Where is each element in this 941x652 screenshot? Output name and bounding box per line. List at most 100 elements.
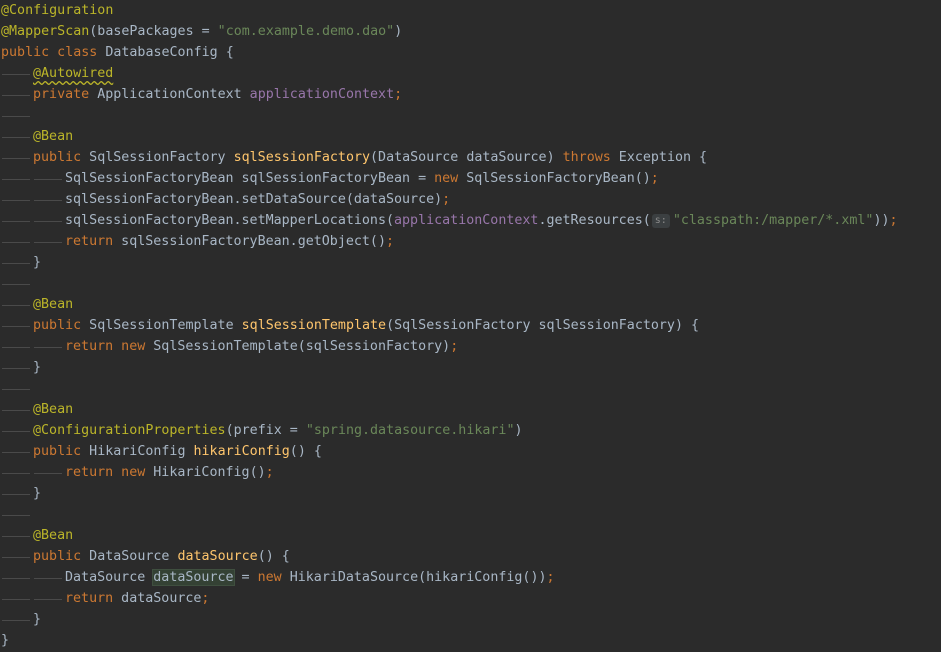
code-token: new [257, 570, 290, 585]
indent-guide [2, 599, 30, 600]
indent-guide [2, 578, 30, 579]
code-token: SqlSessionTemplate(sqlSessionFactory) [153, 339, 451, 354]
code-token: } [1, 633, 10, 648]
code-token: applicationContext [249, 87, 395, 102]
code-token: Exception { [618, 150, 708, 165]
indent-guide [34, 599, 62, 600]
code-token: ) [394, 24, 403, 39]
indent-guide [34, 179, 62, 180]
code-token: ) [514, 423, 523, 438]
code-line[interactable]: private ApplicationContext applicationCo… [33, 84, 402, 105]
indent-guide [2, 74, 30, 75]
code-token: sqlSessionFactoryBean.setMapperLocations… [65, 213, 394, 228]
code-token: public [33, 318, 90, 333]
code-token: ; [265, 465, 274, 480]
code-token: return new [65, 465, 154, 480]
code-line[interactable]: return new SqlSessionTemplate(sqlSession… [65, 336, 458, 357]
code-token: @MapperScan [1, 24, 90, 39]
code-token: ; [385, 234, 395, 249]
code-line[interactable]: } [1, 630, 9, 651]
code-token: DatabaseConfig { [105, 45, 234, 60]
code-line[interactable]: @Bean [33, 294, 73, 315]
indent-guide [34, 473, 62, 474]
code-token: DataSource [65, 570, 154, 585]
code-token: HikariDataSource(hikariConfig()) [289, 570, 547, 585]
code-editor[interactable]: @Configuration @MapperScan(basePackages =… [0, 0, 941, 652]
code-token: } [33, 255, 42, 270]
code-line[interactable]: @ConfigurationProperties(prefix = "sprin… [33, 420, 523, 441]
indent-guide [2, 116, 30, 117]
code-token: sqlSessionFactoryBean.getObject() [121, 234, 386, 249]
indent-guide [2, 620, 30, 621]
code-line[interactable]: @Bean [33, 399, 73, 420]
code-token: SqlSessionFactoryBean() [466, 171, 651, 186]
indent-guide [34, 200, 62, 201]
code-token: @Autowired [33, 66, 114, 81]
code-token: ; [394, 87, 403, 102]
code-token: applicationContext [394, 213, 539, 228]
code-line[interactable]: public class DatabaseConfig { [1, 42, 234, 63]
indent-guide [34, 347, 62, 348]
code-line[interactable]: DataSource dataSource = new HikariDataSo… [65, 567, 555, 588]
code-line[interactable]: return sqlSessionFactoryBean.getObject()… [65, 231, 394, 252]
code-token: ApplicationContext [97, 87, 250, 102]
code-line[interactable]: @Bean [33, 126, 73, 147]
code-token: } [33, 612, 42, 627]
indent-guide [2, 305, 30, 306]
code-token: SqlSessionTemplate [89, 318, 242, 333]
code-token: (prefix = [225, 423, 306, 438]
code-line[interactable]: return new HikariConfig(); [65, 462, 274, 483]
code-line[interactable]: public HikariConfig hikariConfig() { [33, 441, 322, 462]
indent-guide [2, 473, 30, 474]
indent-guide [2, 221, 30, 222]
code-token: dataSource [121, 591, 202, 606]
indent-guide [2, 200, 30, 201]
code-token: SqlSessionFactory [89, 150, 234, 165]
code-token: DataSource [89, 549, 178, 564]
code-token: sqlSessionTemplate [241, 318, 387, 333]
indent-guide [2, 347, 30, 348]
code-token: (basePackages = [89, 24, 218, 39]
indent-guide [2, 95, 30, 96]
code-line[interactable]: SqlSessionFactoryBean sqlSessionFactoryB… [65, 168, 659, 189]
code-token: } [33, 486, 42, 501]
code-token: "spring.datasource.hikari" [305, 423, 515, 438]
code-line[interactable]: @Configuration [1, 0, 113, 21]
code-line[interactable]: public SqlSessionTemplate sqlSessionTemp… [33, 315, 699, 336]
code-token: public [33, 549, 90, 564]
code-token: ; [450, 339, 459, 354]
code-line[interactable]: public DataSource dataSource() { [33, 546, 290, 567]
code-line[interactable]: } [33, 609, 41, 630]
code-line[interactable]: public SqlSessionFactory sqlSessionFacto… [33, 147, 707, 168]
code-token: dataSource [177, 549, 258, 564]
code-token: @ConfigurationProperties [33, 423, 226, 438]
code-line[interactable]: @Bean [33, 525, 73, 546]
indent-guide [34, 221, 62, 222]
code-line[interactable]: } [33, 483, 41, 504]
code-line[interactable]: sqlSessionFactoryBean.setMapperLocations… [65, 210, 898, 231]
code-line[interactable]: } [33, 357, 41, 378]
indent-guide [2, 557, 30, 558]
code-token: ; [546, 570, 555, 585]
indent-guide [2, 242, 30, 243]
code-token: )) [873, 213, 890, 228]
indent-guide [2, 515, 30, 516]
indent-guide [2, 452, 30, 453]
code-token: (SqlSessionFactory sqlSessionFactory) { [386, 318, 700, 333]
code-line[interactable]: @Autowired [33, 63, 113, 84]
code-line[interactable]: return dataSource; [65, 588, 209, 609]
indent-guide [2, 431, 30, 432]
parameter-hint: s: [651, 214, 670, 228]
code-line[interactable]: @MapperScan(basePackages = "com.example.… [1, 21, 402, 42]
code-token: () { [257, 549, 290, 564]
code-token: private [33, 87, 98, 102]
code-token: HikariConfig [89, 444, 194, 459]
code-token: @Bean [33, 129, 74, 144]
code-line[interactable]: } [33, 252, 41, 273]
code-token: "com.example.demo.dao" [217, 24, 395, 39]
code-token: hikariConfig [193, 444, 290, 459]
code-token: @Configuration [1, 3, 114, 18]
indent-guide [2, 494, 30, 495]
code-line[interactable]: sqlSessionFactoryBean.setDataSource(data… [65, 189, 450, 210]
code-token: public [33, 444, 90, 459]
